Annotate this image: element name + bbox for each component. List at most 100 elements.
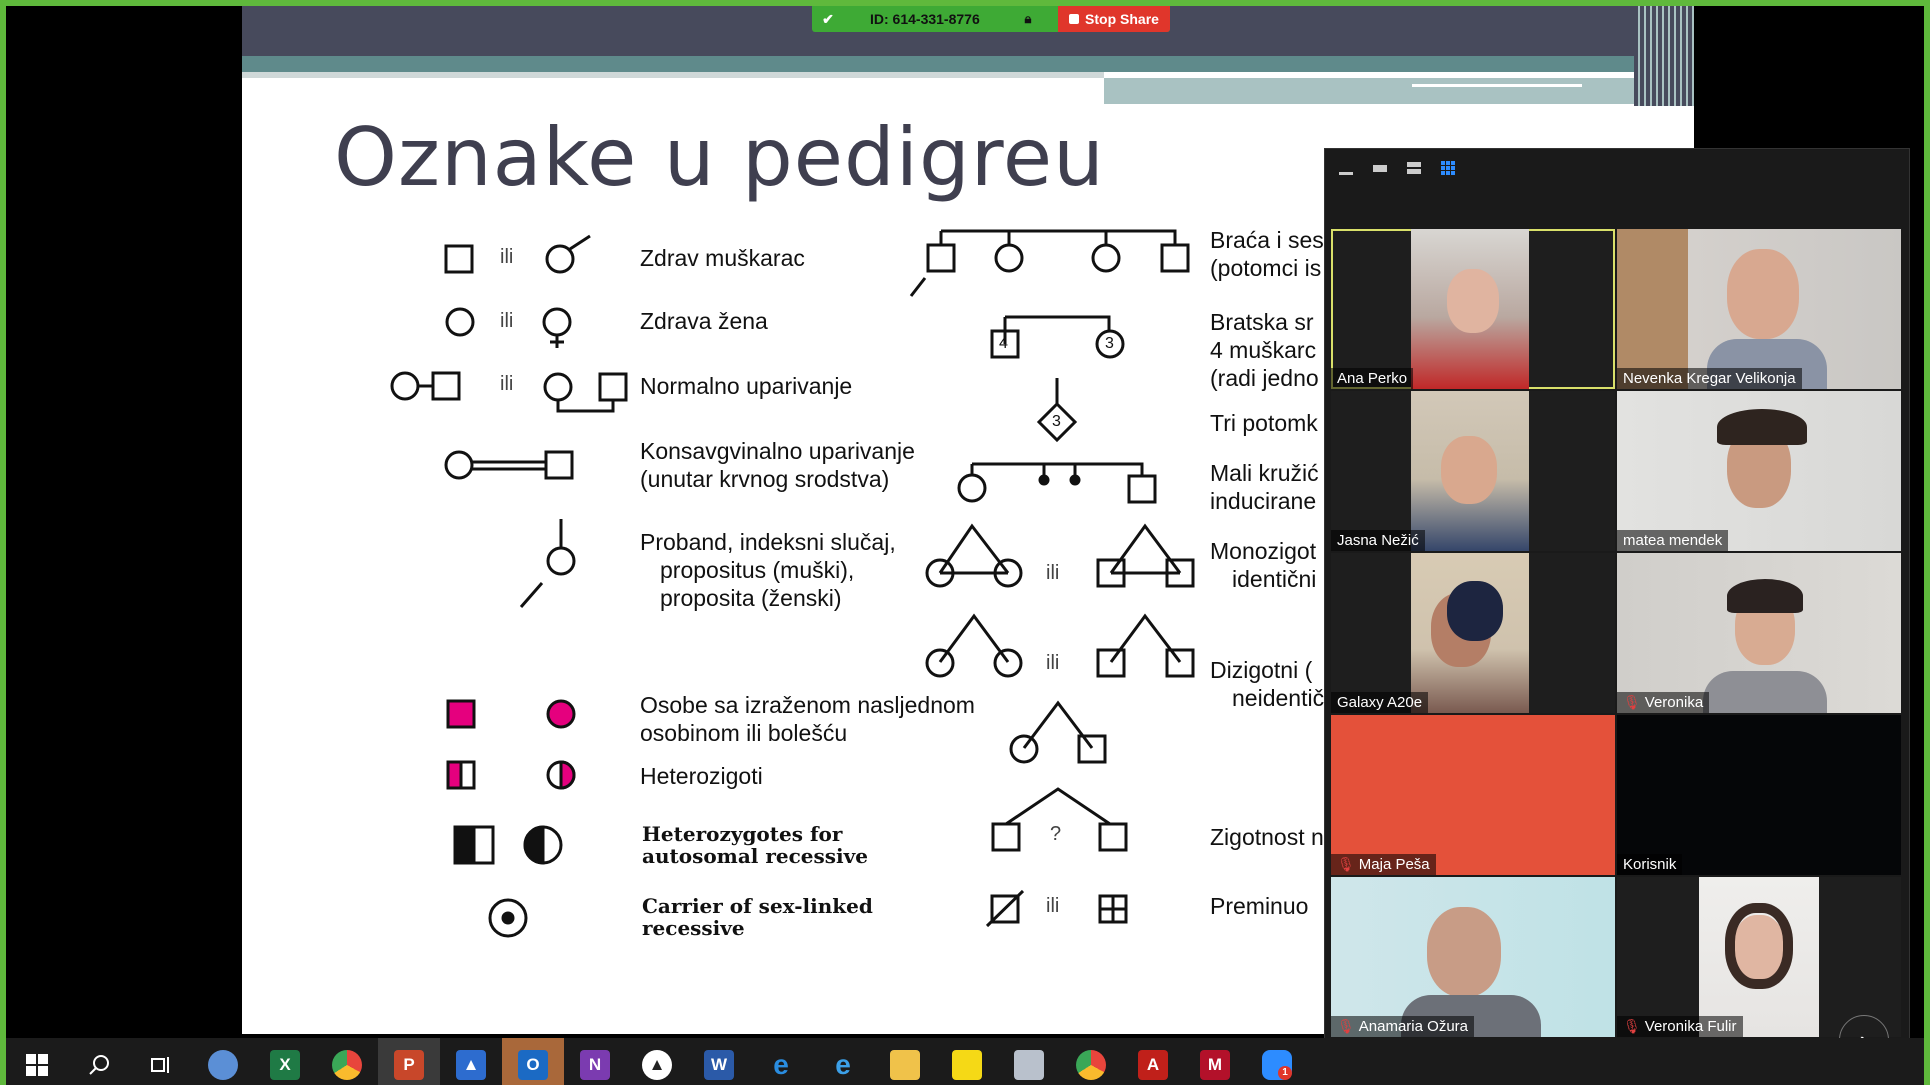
male-symbol	[545, 244, 575, 274]
participant-hair	[1447, 581, 1503, 641]
internet-explorer-icon[interactable]: e	[812, 1038, 874, 1085]
participant-tile[interactable]: Jasna Nežić	[1331, 391, 1615, 551]
proband-label-2: propositus (muški),	[660, 557, 855, 583]
screen-share-bar[interactable]: ✔ ID: 614-331-8776 🔒︎ Stop Share	[812, 6, 1170, 32]
ili-label: ili	[500, 246, 514, 268]
affected-label: Osobe sa izraženom nasljednom	[640, 692, 975, 718]
excel-icon[interactable]: X	[254, 1038, 316, 1085]
participant-face	[1447, 269, 1499, 333]
ili-label: ili	[500, 310, 514, 332]
participant-face	[1441, 436, 1497, 504]
mali-label: Mali kružić	[1210, 460, 1319, 486]
affected-female-symbol	[546, 699, 576, 729]
question-mark-label: ?	[1050, 823, 1062, 845]
ie-old-icon[interactable]	[192, 1038, 254, 1085]
windows-start-icon[interactable]	[6, 1038, 68, 1085]
affected-label-2: osobinom ili bolešću	[640, 720, 848, 746]
sticky-notes-icon[interactable]	[936, 1038, 998, 1085]
shield-icon: ✔	[822, 10, 834, 27]
ar-label-2: autosomal recessive	[642, 844, 868, 868]
consang-label-2: (unutar krvnog srodstva)	[640, 466, 890, 492]
photos-icon[interactable]: ▲	[626, 1038, 688, 1085]
healthy-female-label: Zdrava žena	[640, 308, 768, 334]
acrobat-icon[interactable]: A	[1122, 1038, 1184, 1085]
participant-tile[interactable]: Korisnik	[1617, 715, 1901, 875]
participant-tile[interactable]: Ana Perko	[1331, 229, 1615, 389]
participant-tile[interactable]: matea mendek	[1617, 391, 1901, 551]
speaker-view-icon[interactable]	[1403, 157, 1425, 179]
ili-label: ili	[1046, 562, 1060, 584]
chrome-icon[interactable]	[316, 1038, 378, 1085]
participant-name: 🎙︎ Veronika	[1617, 692, 1710, 713]
participant-body	[1703, 671, 1827, 713]
gallery-view-icon[interactable]	[1437, 157, 1459, 179]
normal-mating-label: Normalno uparivanje	[640, 373, 853, 399]
zoom-notification-badge: 1	[1278, 1065, 1292, 1080]
participant-tile[interactable]: 🎙︎ Anamaria Ožura	[1331, 877, 1615, 1037]
zoom-icon[interactable]: 1	[1246, 1038, 1308, 1085]
consang-female-symbol	[444, 450, 474, 480]
task-view-icon[interactable]	[130, 1038, 192, 1085]
mating-male-symbol	[431, 371, 461, 401]
bratska-label-3: (radi jedno	[1210, 365, 1319, 391]
stop-share-button[interactable]: Stop Share	[1058, 6, 1170, 32]
zoom-gallery-panel: Ana Perko Nevenka Kregar Velikonja Jasna…	[1324, 148, 1910, 1085]
di-label: Dizigotni (	[1210, 657, 1313, 683]
edge-icon[interactable]: e	[750, 1038, 812, 1085]
sibship-line	[939, 229, 1177, 246]
participant-face	[1727, 249, 1799, 339]
proband-label-3: proposita (ženski)	[660, 585, 842, 611]
mendeley-icon[interactable]: M	[1184, 1038, 1246, 1085]
word-icon[interactable]: W	[688, 1038, 750, 1085]
windows-taskbar: X P ▲ O N ▲ W e e A M 1	[6, 1038, 1924, 1085]
search-icon[interactable]	[68, 1038, 130, 1085]
participant-name: 🎙︎ Maja Peša	[1331, 854, 1436, 875]
ili-label: ili	[1046, 895, 1060, 917]
minimize-icon[interactable]	[1335, 157, 1357, 179]
mono-label: Monozigot	[1210, 538, 1317, 564]
participant-tile[interactable]: 🎙︎ Maja Peša	[1331, 715, 1615, 875]
participant-name: Ana Perko	[1331, 368, 1414, 389]
ili-label: ili	[500, 373, 514, 395]
mating-female-symbol	[390, 371, 420, 401]
sibs-label-2: (potomci is	[1210, 255, 1322, 281]
ar-label: Heterozygotes for	[642, 822, 843, 846]
participant-tile[interactable]: 🎙︎ Veronika	[1617, 553, 1901, 713]
onenote-icon[interactable]: N	[564, 1038, 626, 1085]
count-3-label: 3	[1105, 335, 1114, 352]
participant-hair	[1725, 903, 1793, 989]
scanner-icon[interactable]	[998, 1038, 1060, 1085]
chrome-user-icon[interactable]	[1060, 1038, 1122, 1085]
mali-label-2: inducirane	[1210, 488, 1317, 514]
participant-tile[interactable]: Nevenka Kregar Velikonja	[1617, 229, 1901, 389]
proband-label: Proband, indeksni slučaj,	[640, 529, 896, 555]
male-arrow-line	[569, 234, 591, 251]
participant-name: Jasna Nežić	[1331, 530, 1425, 551]
outlook-icon[interactable]: O	[502, 1038, 564, 1085]
participant-name: Nevenka Kregar Velikonja	[1617, 368, 1802, 389]
stop-icon	[1069, 14, 1080, 24]
xl-label-2: recessive	[642, 916, 745, 940]
participant-tile[interactable]: Galaxy A20e	[1331, 553, 1615, 713]
file-explorer-icon[interactable]	[874, 1038, 936, 1085]
proband-symbol	[546, 546, 576, 576]
female-symbol	[542, 307, 572, 337]
male-square-symbol	[444, 244, 474, 274]
sibs-label: Braća i ses	[1210, 227, 1324, 253]
female-circle-symbol	[445, 307, 475, 337]
xl-label: Carrier of sex-linked	[642, 894, 873, 918]
participant-hair	[1727, 579, 1803, 613]
thumbnail-view-icon[interactable]	[1369, 157, 1391, 179]
participant-name: matea mendek	[1617, 530, 1729, 551]
screen: Oznake u pedigreu ili ili ili Zdrav mušk…	[0, 0, 1930, 1085]
bratska-label-2: 4 muškarc	[1210, 337, 1317, 363]
teacher-tool-icon[interactable]: ▲	[440, 1038, 502, 1085]
meeting-id: ID: 614-331-8776	[870, 11, 980, 27]
consang-label: Konsavgvinalno uparivanje	[640, 438, 915, 464]
stop-share-label: Stop Share	[1085, 11, 1159, 27]
zoom-toolbar	[1335, 157, 1459, 179]
participant-name: 🎙︎ Veronika Fulir	[1617, 1016, 1743, 1037]
powerpoint-icon[interactable]: P	[378, 1038, 440, 1085]
hetero-label: Heterozigoti	[640, 763, 763, 789]
participant-tile[interactable]: 🎙︎ Veronika Fulir	[1617, 877, 1901, 1037]
